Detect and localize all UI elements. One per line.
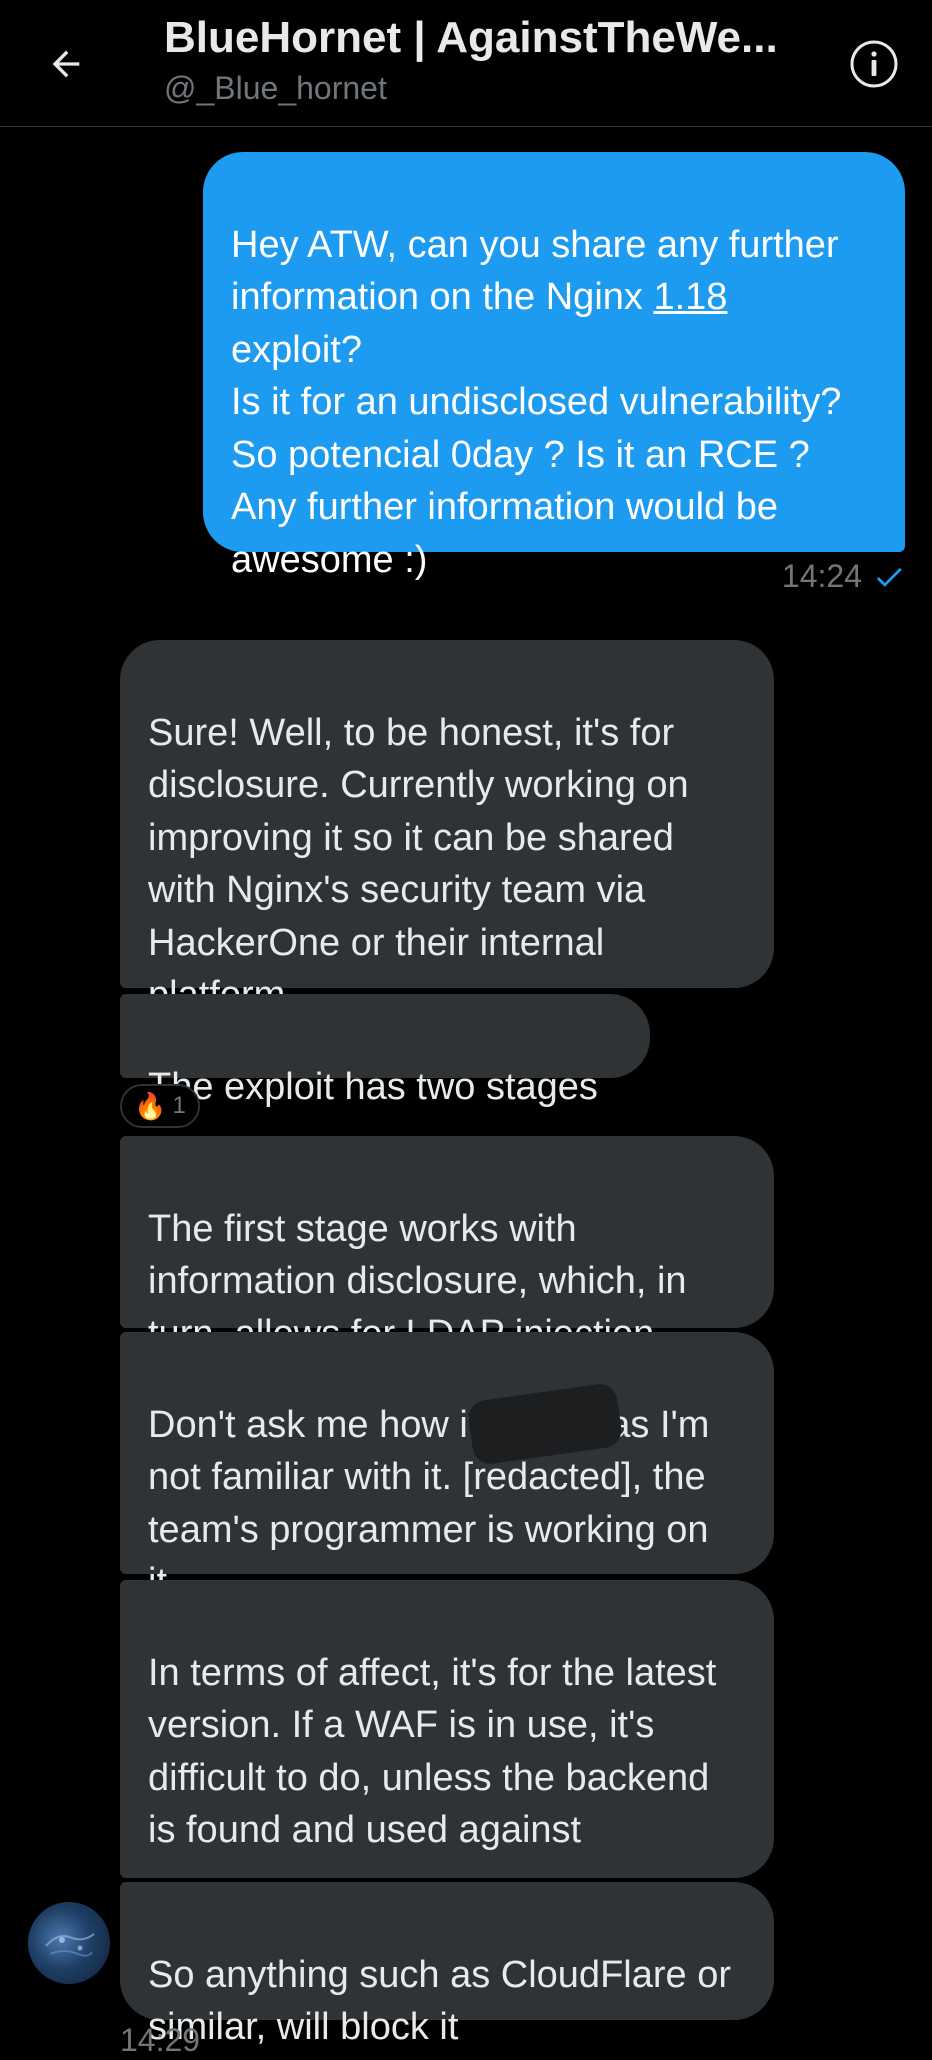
- received-message-text: Don't ask me how it works, as I'm not fa…: [148, 1403, 710, 1604]
- received-message-bubble[interactable]: In terms of affect, it's for the latest …: [120, 1580, 774, 1878]
- received-message-bubble[interactable]: Don't ask me how it works, as I'm not fa…: [120, 1332, 774, 1603]
- back-button[interactable]: [30, 28, 102, 100]
- avatar[interactable]: [28, 1902, 110, 1984]
- avatar-image: [45, 1933, 95, 1957]
- user-handle[interactable]: @_Blue_hornet: [164, 68, 387, 108]
- sent-message-text-part2: exploit? Is it for an undisclosed vulner…: [231, 328, 842, 581]
- received-message-bubble[interactable]: The first stage works with information d…: [120, 1136, 774, 1355]
- info-button[interactable]: [846, 36, 902, 92]
- received-message-bubble[interactable]: The exploit has two stages: [120, 994, 650, 1108]
- received-message-text: So anything such as CloudFlare or simila…: [148, 1953, 731, 2049]
- reaction-badge[interactable]: 🔥 1: [120, 1084, 200, 1128]
- version-link[interactable]: 1.18: [653, 276, 727, 318]
- sent-message-text-part1: Hey ATW, can you share any further infor…: [231, 223, 839, 319]
- received-message-text: In terms of affect, it's for the latest …: [148, 1651, 717, 1852]
- received-message-text: Sure! Well, to be honest, it's for discl…: [148, 711, 689, 1017]
- reaction-count: 1: [172, 1092, 186, 1119]
- received-message-text: The exploit has two stages: [148, 1065, 598, 1108]
- received-timestamp: 14:29: [120, 2022, 201, 2058]
- conversation-header: BlueHornet | AgainstTheWe... @_Blue_horn…: [0, 0, 932, 127]
- received-message-bubble[interactable]: So anything such as CloudFlare or simila…: [120, 1882, 774, 2048]
- sent-message-bubble[interactable]: Hey ATW, can you share any further infor…: [203, 152, 905, 581]
- received-message-bubble[interactable]: Sure! Well, to be honest, it's for discl…: [120, 640, 774, 1016]
- sent-timestamp: 14:24: [781, 558, 862, 594]
- check-icon: [876, 567, 902, 587]
- fire-emoji-icon: 🔥: [134, 1091, 167, 1121]
- arrow-left-icon: [52, 50, 80, 78]
- info-circle-icon: [850, 40, 898, 88]
- conversation-title[interactable]: BlueHornet | AgainstTheWe...: [164, 10, 824, 66]
